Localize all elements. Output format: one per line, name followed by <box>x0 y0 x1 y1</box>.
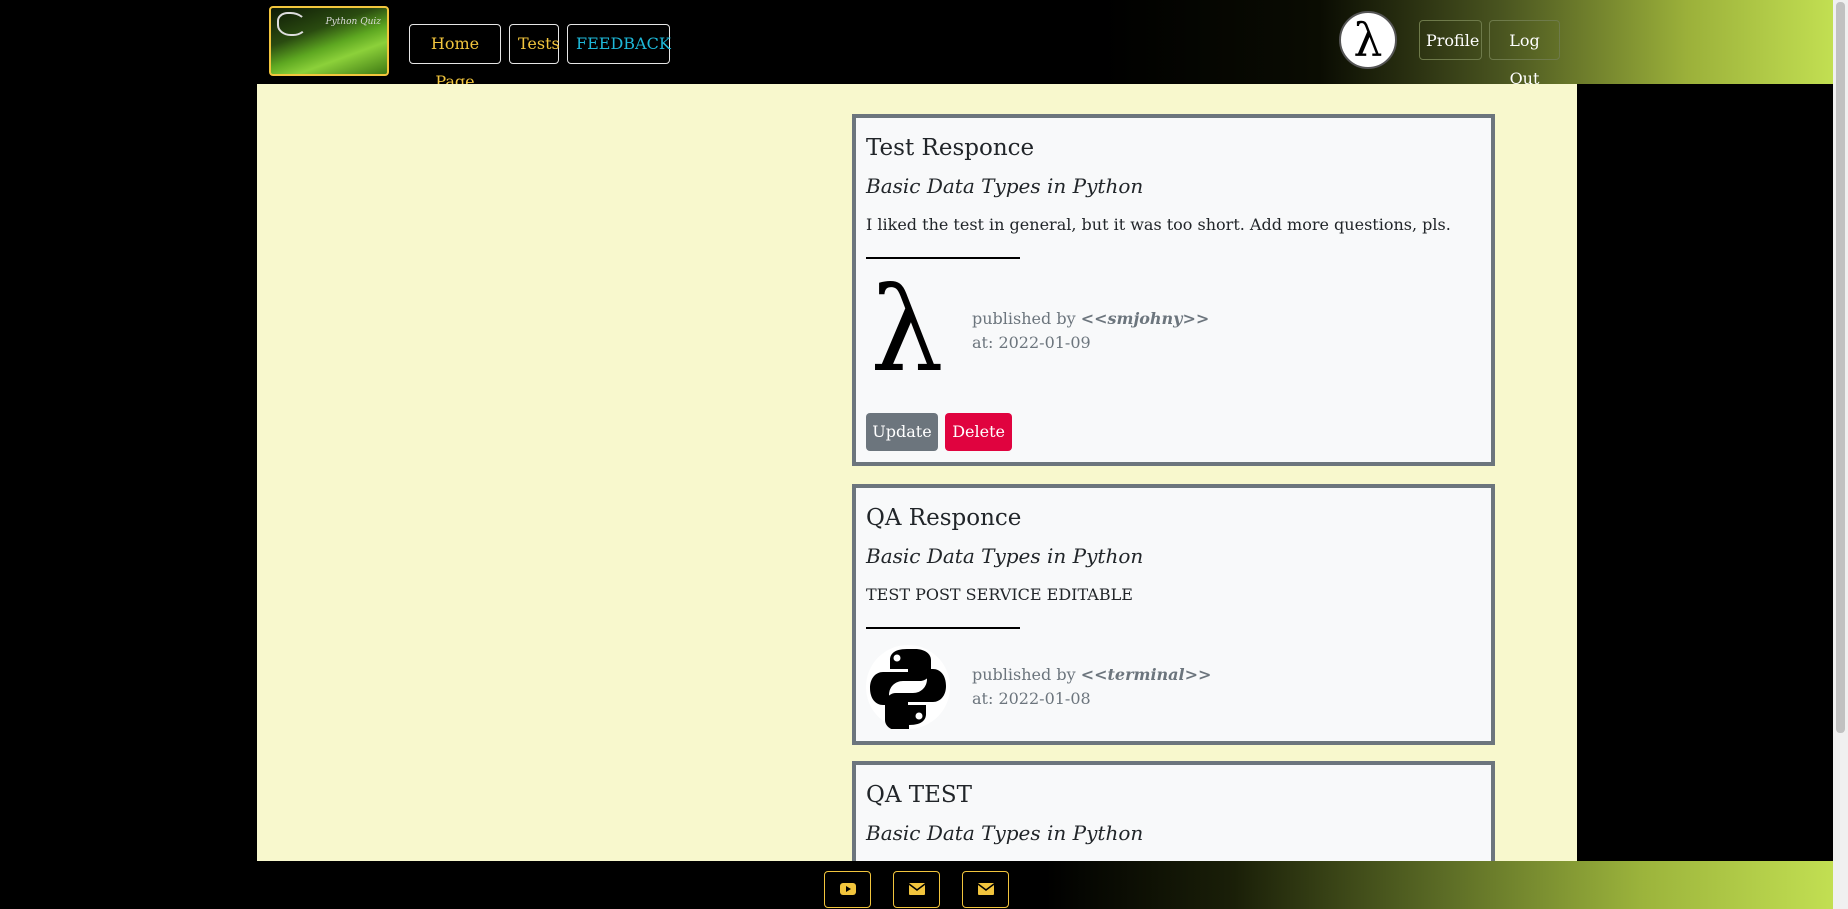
envelope-icon <box>909 883 925 895</box>
snake-logo-icon <box>277 12 307 36</box>
feedback-card: QA Responce Basic Data Types in Python T… <box>852 484 1495 745</box>
envelope-icon <box>978 883 994 895</box>
card-title: QA TEST <box>866 782 973 808</box>
card-title: QA Responce <box>866 505 1022 531</box>
card-text: TEST POST SERVICE EDITABLE <box>866 584 1133 604</box>
author-row: λ published by <<smjohny>> at: 2022-01-0… <box>866 262 1481 398</box>
card-subtitle: Basic Data Types in Python <box>866 543 1144 568</box>
card-text: I liked the test in general, but it was … <box>866 214 1451 234</box>
home-page-button[interactable]: Home Page <box>409 24 501 91</box>
author-name: <<smjohny>> <box>1080 308 1210 328</box>
author-meta: published by <<smjohny>> at: 2022-01-09 <box>972 307 1209 355</box>
published-by-line: published by <<terminal>> <box>972 663 1211 687</box>
logo-text: Python Quiz <box>325 17 381 27</box>
card-subtitle: Basic Data Types in Python <box>866 173 1144 198</box>
profile-button[interactable]: Profile <box>1419 20 1482 60</box>
footer-bar <box>257 861 1833 909</box>
logout-button[interactable]: Log Out <box>1489 20 1560 88</box>
feedback-button[interactable]: FEEDBACK <box>567 24 671 64</box>
site-logo[interactable]: Python Quiz <box>269 6 389 76</box>
delete-button[interactable]: Delete <box>945 412 1013 451</box>
tests-button[interactable]: Tests <box>509 24 560 64</box>
author-meta: published by <<terminal>> at: 2022-01-08 <box>972 663 1211 711</box>
page-scrollbar[interactable] <box>1833 0 1848 909</box>
card-subtitle: Basic Data Types in Python <box>866 820 1144 845</box>
published-by-line: published by <<smjohny>> <box>972 307 1209 331</box>
scrollbar-thumb[interactable] <box>1836 2 1845 733</box>
youtube-icon <box>840 883 856 895</box>
update-button[interactable]: Update <box>866 412 938 451</box>
card-actions: Update Delete <box>866 412 1481 451</box>
author-name: <<terminal>> <box>1080 664 1212 684</box>
published-date: at: 2022-01-08 <box>972 688 1091 708</box>
divider <box>866 256 1020 259</box>
published-date: at: 2022-01-09 <box>972 332 1091 352</box>
published-prefix: published by <box>972 664 1081 684</box>
author-avatar-python-icon <box>866 644 950 731</box>
main-content: Test Responce Basic Data Types in Python… <box>257 84 1577 901</box>
user-avatar[interactable]: λ <box>1339 11 1397 69</box>
feedback-card: Test Responce Basic Data Types in Python… <box>852 114 1495 466</box>
email-button-secondary[interactable] <box>962 871 1009 908</box>
youtube-button[interactable] <box>824 871 871 908</box>
email-button[interactable] <box>893 871 940 908</box>
published-prefix: published by <box>972 308 1081 328</box>
author-avatar-lambda-icon: λ <box>870 262 944 398</box>
top-navbar: Python Quiz Home Page Tests FEEDBACK λ P… <box>0 0 1833 91</box>
divider <box>866 626 1020 629</box>
author-row: published by <<terminal>> at: 2022-01-08 <box>866 644 1481 733</box>
card-title: Test Responce <box>866 135 1035 161</box>
